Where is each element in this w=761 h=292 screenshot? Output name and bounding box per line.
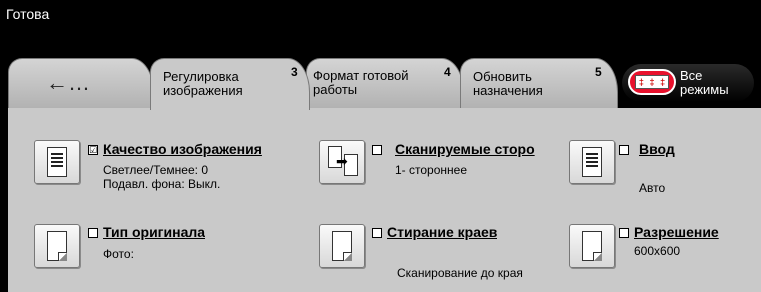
image-quality-title[interactable]: Качество изображения (103, 141, 262, 157)
scanned-sides-checkbox[interactable] (372, 145, 382, 155)
document-lines-icon (47, 147, 67, 177)
tab-label: Обновить назначения (473, 69, 543, 98)
duplex-arrow-icon: ➡ (336, 153, 348, 169)
tab-number: 4 (444, 65, 451, 79)
tab-output-format[interactable]: Формат готовой работы 4 (306, 58, 464, 108)
image-quality-button[interactable] (34, 140, 80, 184)
all-modes-button[interactable]: ‡ ‡ ‡ Все режимы (622, 64, 754, 102)
tab-image-adjustment[interactable]: Регулировка изображения 3 (150, 58, 310, 110)
tab-update-destinations[interactable]: Обновить назначения 5 (460, 58, 618, 108)
original-type-title[interactable]: Тип оригинала (103, 224, 205, 240)
scanned-sides-button[interactable]: ➡ (319, 140, 365, 184)
image-quality-checkbox[interactable]: ☑ (88, 145, 98, 155)
back-tab[interactable]: ←… (8, 58, 154, 108)
edge-erase-title[interactable]: Стирание краев (387, 224, 497, 240)
tab-label: Регулировка изображения (163, 69, 243, 98)
all-modes-icon: ‡ ‡ ‡ (628, 69, 676, 95)
tab-number: 5 (595, 65, 602, 79)
image-quality-brightness: Светлее/Темнее: 0 (103, 163, 208, 177)
resolution-value: 600x600 (634, 244, 681, 258)
tab-label: Формат готовой работы (313, 68, 409, 97)
status-bar: Готова (0, 0, 761, 58)
edge-erase-checkbox[interactable] (372, 228, 382, 238)
tab-number: 3 (291, 65, 298, 79)
blank-document-icon (332, 231, 352, 261)
input-title[interactable]: Ввод (639, 141, 675, 157)
input-value: Авто (639, 181, 666, 195)
all-modes-label: Все режимы (680, 68, 729, 97)
resolution-button[interactable] (569, 224, 615, 268)
input-button[interactable] (569, 140, 615, 184)
scanned-sides-title[interactable]: Сканируемые сторо (395, 141, 557, 157)
resolution-title[interactable]: Разрешение (634, 224, 719, 240)
scanned-sides-value: 1- стороннее (395, 163, 467, 177)
edge-erase-button[interactable] (319, 224, 365, 268)
back-arrow-icon: ←… (46, 70, 90, 95)
resolution-checkbox[interactable] (619, 228, 629, 238)
tab-strip: ←… Регулировка изображения 3 Формат готов… (0, 58, 761, 110)
status-text: Готова (6, 6, 50, 22)
input-checkbox[interactable] (619, 145, 629, 155)
document-lines-icon (582, 147, 602, 177)
blank-document-icon (582, 231, 602, 261)
original-type-button[interactable] (34, 224, 80, 268)
original-type-checkbox[interactable] (88, 228, 98, 238)
blank-document-icon (47, 231, 67, 261)
edge-erase-value: Сканирование до края (397, 266, 523, 280)
image-quality-background: Подавл. фона: Выкл. (103, 177, 221, 191)
feature-panel: ☑ Качество изображения Светлее/Темнее: 0… (8, 108, 761, 292)
original-type-value: Фото: (103, 247, 134, 261)
